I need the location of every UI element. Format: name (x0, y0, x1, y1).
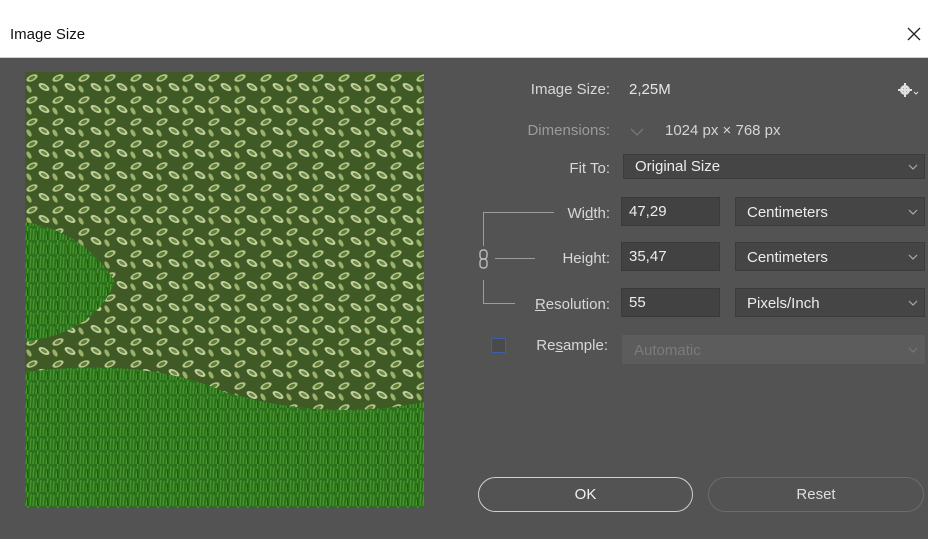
resolution-label: Resolution: (534, 296, 610, 313)
dialog-body: Image Size: 2,25M Dimensions: 1024 px × … (0, 58, 928, 539)
height-label: Height: (562, 250, 610, 267)
dimensions-value: 1024 px × 768 px (665, 122, 781, 139)
constraint-bracket-top (483, 212, 554, 213)
dimensions-label: Dimensions: (527, 122, 610, 139)
window-title: Image Size (10, 26, 86, 43)
ok-button[interactable]: OK (478, 477, 693, 512)
resample-label: Resample: (536, 337, 608, 354)
constraint-bracket-upper (483, 212, 484, 246)
chevron-down-icon (908, 347, 918, 353)
constraint-bracket-lower (483, 280, 484, 304)
chevron-down-icon (908, 209, 918, 215)
image-preview[interactable] (25, 72, 424, 508)
settings-button[interactable] (897, 82, 919, 98)
fit-to-value: Original Size (635, 158, 721, 175)
constraint-bracket-middle (495, 258, 535, 259)
width-unit-value: Centimeters (747, 204, 828, 221)
height-unit-value: Centimeters (747, 249, 828, 266)
resample-method-select[interactable]: Automatic (622, 335, 925, 364)
chevron-down-icon (908, 300, 918, 306)
close-button[interactable] (900, 14, 928, 54)
chain-link-icon (479, 249, 488, 269)
constraint-bracket-bottom (483, 303, 515, 304)
chevron-down-icon (908, 164, 918, 170)
fit-to-label: Fit To: (569, 160, 610, 177)
chevron-down-icon (908, 254, 918, 260)
height-unit-select[interactable]: Centimeters (735, 242, 925, 271)
title-bar: Image Size (0, 0, 928, 58)
foliage-preview-image (25, 72, 424, 508)
resample-method-value: Automatic (634, 342, 701, 359)
resample-checkbox[interactable] (491, 338, 506, 353)
height-input[interactable]: 35,47 (621, 242, 720, 271)
gear-icon (898, 83, 919, 97)
width-input[interactable]: 47,29 (621, 197, 720, 226)
chevron-down-icon (630, 128, 644, 136)
image-size-label: Image Size: (530, 81, 610, 98)
width-unit-select[interactable]: Centimeters (735, 197, 925, 226)
fit-to-select[interactable]: Original Size (623, 154, 925, 179)
resolution-unit-select[interactable]: Pixels/Inch (735, 288, 925, 317)
resolution-unit-value: Pixels/Inch (747, 295, 820, 312)
width-label: Width: (567, 205, 610, 222)
constrain-proportions-button[interactable] (477, 248, 491, 270)
dimensions-unit-dropdown[interactable] (626, 124, 648, 140)
image-size-value: 2,25M (629, 81, 671, 98)
close-icon (907, 27, 921, 41)
reset-button[interactable]: Reset (708, 477, 924, 512)
resolution-input[interactable]: 55 (621, 288, 720, 317)
